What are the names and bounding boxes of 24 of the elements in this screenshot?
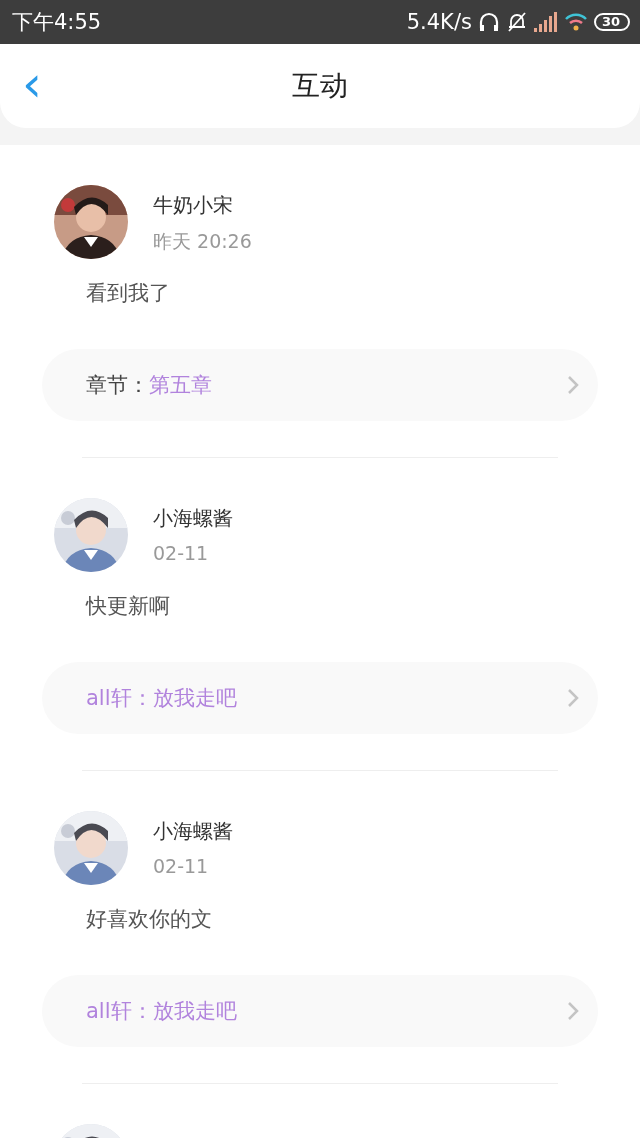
chapter-link[interactable]: all轩：放我走吧 <box>42 662 598 734</box>
comment-time: 昨天 20:26 <box>153 229 252 254</box>
chapter-link[interactable]: all轩：放我走吧 <box>42 975 598 1047</box>
chevron-right-icon <box>566 687 580 709</box>
comment-text: 好喜欢你的文 <box>85 906 213 933</box>
user-name: 牛奶小宋 <box>153 192 234 219</box>
signal-icon <box>533 12 558 32</box>
chapter-link[interactable]: 章节：第五章 <box>42 349 598 421</box>
user-name: 小海螺酱 <box>153 818 233 845</box>
comment-time: 02-11 <box>153 542 210 564</box>
wifi-icon <box>563 12 588 32</box>
bell-muted-icon <box>505 11 528 33</box>
comment-text: 看到我了 <box>85 280 171 307</box>
battery-level: 30 <box>593 13 630 31</box>
user-name: 小海螺酱 <box>153 505 233 532</box>
chevron-right-icon <box>566 374 580 396</box>
page-title: 互动 <box>292 68 348 104</box>
comment-text: 快更新啊 <box>84 593 171 620</box>
back-button[interactable]: ‹ <box>16 62 48 106</box>
chevron-right-icon <box>566 1000 580 1022</box>
headphones-icon <box>477 11 500 33</box>
comment-time: 02-11 <box>153 855 210 877</box>
network-speed: 5.4K/s <box>406 10 472 34</box>
status-time: 下午4:55 <box>12 9 103 36</box>
